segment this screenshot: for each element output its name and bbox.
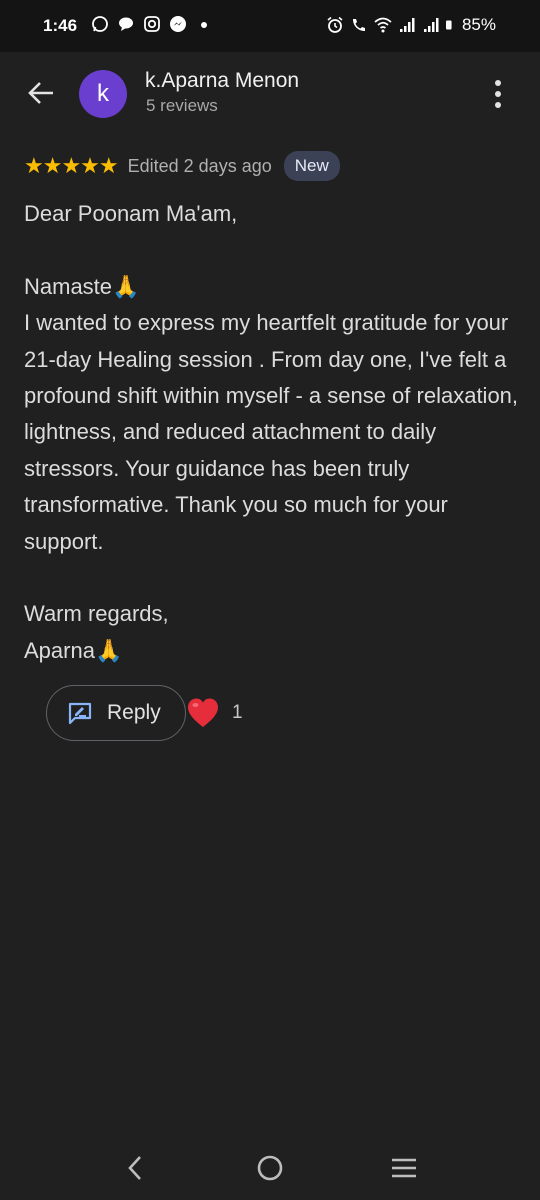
system-icons: 85% [326, 15, 496, 35]
navigation-bar [0, 1135, 540, 1200]
reaction-count: 1 [232, 702, 243, 723]
alarm-icon [327, 16, 343, 33]
review-count: 5 reviews [146, 96, 218, 115]
reviewer-name[interactable]: k.Aparna Menon [145, 69, 299, 93]
notification-icons [91, 15, 213, 33]
battery-percent: 85% [461, 15, 496, 34]
heart-reaction-icon[interactable] [186, 697, 220, 729]
wifi-icon [374, 17, 392, 33]
rating-row: ★★★★★ Edited 2 days ago New [24, 150, 340, 182]
signal-icon [423, 18, 439, 32]
whatsapp-icon [92, 16, 108, 32]
status-bar: 1:46 85% [0, 0, 540, 52]
edited-label: Edited 2 days ago [127, 155, 272, 176]
dot-icon [201, 22, 207, 28]
instagram-icon [144, 16, 160, 32]
avatar[interactable]: k [79, 70, 127, 118]
reply-label: Reply [107, 701, 161, 724]
status-time: 1:46 [43, 16, 78, 35]
review-header: k k.Aparna Menon 5 reviews [0, 52, 540, 136]
star-rating: ★★★★★ [24, 153, 119, 178]
nav-back-icon[interactable] [120, 1153, 150, 1183]
review-body: Dear Poonam Ma'am, Namaste🙏 I wanted to … [24, 201, 519, 663]
battery-icon [445, 20, 452, 30]
nav-home-icon[interactable] [255, 1153, 285, 1183]
reply-button[interactable]: Reply [46, 685, 186, 741]
more-options-icon[interactable] [486, 78, 510, 110]
signal-icon [399, 18, 415, 32]
wifi-calling-icon [352, 19, 365, 31]
messenger-icon [170, 16, 186, 32]
nav-recents-icon[interactable] [389, 1153, 419, 1183]
new-badge: New [283, 151, 340, 181]
chat-icon [119, 17, 133, 31]
reply-icon [68, 702, 92, 725]
back-arrow-icon[interactable] [26, 78, 56, 108]
